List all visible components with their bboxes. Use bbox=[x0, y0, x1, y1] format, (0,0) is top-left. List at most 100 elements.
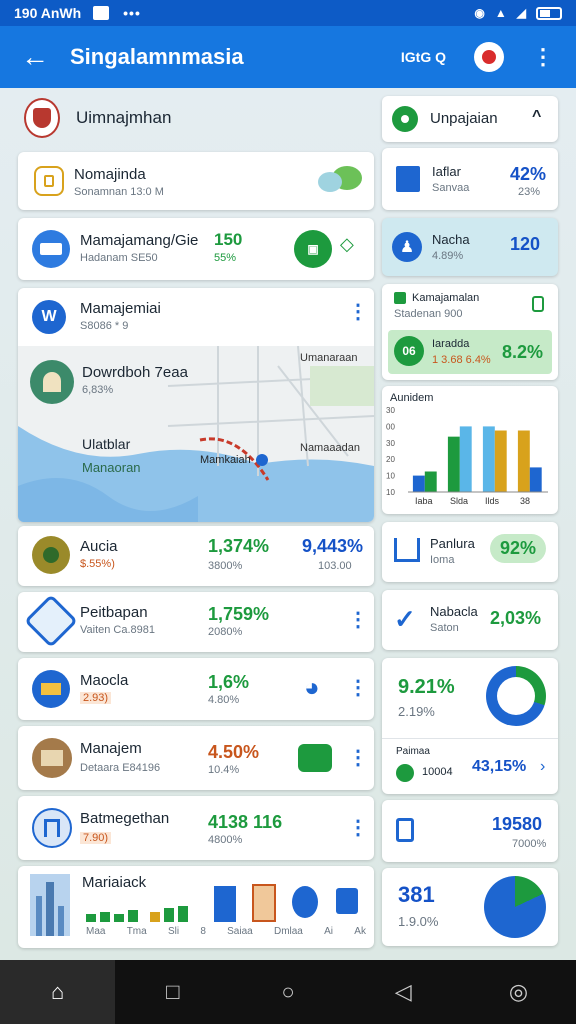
bar-chart: 30 00 30 20 10 10 Iaba Slda Ilds 38 bbox=[386, 406, 548, 506]
card-sub: Hadanam SE50 bbox=[80, 252, 158, 264]
bar-icon bbox=[214, 886, 236, 922]
leaf-small-icon bbox=[394, 292, 406, 304]
right-card-10[interactable]: 381 1.9.0% bbox=[382, 868, 558, 946]
search-button[interactable]: IGtG Q bbox=[401, 49, 446, 65]
row-label: Manajem bbox=[80, 740, 142, 757]
card-label: Iaradda bbox=[432, 338, 470, 350]
row-sub: 2.93) bbox=[80, 692, 112, 704]
recents-square-icon[interactable]: □ bbox=[115, 960, 230, 1024]
left-row-3[interactable]: Maocla 2.93) 1,6% 4.80% ◕ ⋮ bbox=[18, 658, 374, 720]
left-row-2[interactable]: Peitbapan Vaiten Ca.8981 1,759% 2080% ⋮ bbox=[18, 592, 374, 652]
row-value-2-sub: 103.00 bbox=[318, 560, 352, 572]
left-map-card[interactable]: W Mamajemiai S8086 * 9 ⋮ Dowrdboh 7eaa 6… bbox=[18, 288, 374, 522]
circle-home-icon[interactable]: ○ bbox=[230, 960, 345, 1024]
row-label: Batmegethan bbox=[80, 810, 170, 827]
card-value-sub: 23% bbox=[518, 186, 541, 198]
row-value-sub: 3800% bbox=[208, 560, 243, 572]
assistant-icon[interactable]: ◎ bbox=[461, 960, 576, 1024]
row-menu-icon[interactable]: ⋮ bbox=[348, 678, 368, 698]
row-value: 4.50% bbox=[208, 742, 260, 762]
tick: Maa bbox=[86, 926, 106, 937]
row-menu-icon[interactable]: ⋮ bbox=[348, 748, 368, 768]
chart-bar bbox=[447, 436, 460, 492]
calendar-icon bbox=[336, 888, 358, 914]
map-place-title: Dowrdboh 7eaa bbox=[82, 364, 188, 381]
battery-icon bbox=[536, 6, 562, 20]
card-label: Mamajamang/Gie bbox=[80, 232, 199, 249]
chart-bar bbox=[529, 467, 542, 492]
card-sub: 1.9.0% bbox=[398, 914, 439, 929]
status-bar: 190 AnWh ••• ◉ ▲ ◢ bbox=[0, 0, 576, 26]
row-value: 4138 116 bbox=[208, 812, 283, 832]
row-label: Aucia bbox=[80, 538, 118, 555]
y-tick-label: 20 bbox=[386, 455, 395, 464]
back-triangle-icon[interactable]: ◁ bbox=[346, 960, 461, 1024]
overflow-menu-icon[interactable]: ⋮ bbox=[532, 44, 554, 70]
row-menu-icon[interactable]: ⋮ bbox=[348, 610, 368, 630]
left-card-1[interactable]: Nomajinda Sonamnan 13:0 M bbox=[18, 152, 374, 210]
card-sub: Ioma bbox=[430, 554, 455, 566]
x-tick-label: Slda bbox=[450, 496, 468, 506]
card-sub: 10004 bbox=[422, 766, 453, 778]
location-pin-icon[interactable] bbox=[474, 42, 504, 72]
tick: Saiaa bbox=[227, 926, 253, 937]
card-label: Paimaa bbox=[396, 746, 430, 757]
card-sub: Sanvaa bbox=[432, 182, 470, 194]
chevron-icon[interactable]: ◇ bbox=[340, 234, 354, 255]
right-chart-card[interactable]: Aunidem 30 00 30 20 10 10 Iaba Slda Ilds 38 bbox=[382, 386, 558, 514]
left-row-1[interactable]: Aucia $.55%) 1,374% 3800% 9,443% 103.00 bbox=[18, 526, 374, 586]
tick: Tma bbox=[126, 926, 147, 937]
pie-chart bbox=[484, 876, 546, 938]
chevron-up-icon[interactable]: ^ bbox=[532, 108, 541, 126]
mini-bars bbox=[86, 906, 198, 922]
right-card-6[interactable]: ✓ Nabacla Saton 2,03% bbox=[382, 590, 558, 650]
card-menu-icon[interactable]: ⋮ bbox=[348, 302, 368, 322]
check-icon: ✓ bbox=[394, 604, 416, 634]
badge-icon: ▣ bbox=[294, 230, 332, 268]
left-card-2[interactable]: Mamajamang/Gie Hadanam SE50 150 55% ▣ ◇ bbox=[18, 218, 374, 280]
signal-icon: ▲ bbox=[494, 6, 507, 20]
system-nav-bar: ⌂ □ ○ ◁ ◎ bbox=[0, 960, 576, 1024]
map-label-d: Namaaadan bbox=[300, 442, 360, 454]
row-value-sub: 2080% bbox=[208, 626, 243, 638]
chat-bubble-icon bbox=[318, 166, 362, 196]
card-value: 43,15% bbox=[472, 758, 527, 775]
right-card-2[interactable]: ♟ Nacha 4.89% 120 bbox=[382, 218, 558, 276]
bus-icon bbox=[32, 230, 70, 268]
chevron-right-icon[interactable]: › bbox=[540, 758, 545, 776]
status-dots: ••• bbox=[123, 5, 141, 21]
right-card-3[interactable]: Kamajamalan Stadenan 900 06 Iaradda 1 3.… bbox=[382, 284, 558, 380]
card-label: Kamajamalan bbox=[412, 292, 480, 304]
skyline-icon bbox=[30, 874, 70, 936]
card-sub: 7000% bbox=[512, 838, 547, 850]
card-sub: 1 3.68 6.4% bbox=[432, 354, 491, 366]
card-label: Nabacla bbox=[430, 604, 478, 619]
status-time: 190 AnWh bbox=[14, 5, 82, 21]
home-icon[interactable]: ⌂ bbox=[0, 960, 116, 1024]
back-arrow-icon[interactable]: ← bbox=[0, 41, 70, 73]
right-card-7[interactable]: 9.21% 2.19% Paimaa 10004 43,15% › bbox=[382, 658, 558, 794]
left-row-6[interactable]: Mariaiack Maa Tma Sli 8 Saiaa Dmlaa Ai A… bbox=[18, 866, 374, 948]
status-right: ◉ ▲ ◢ bbox=[474, 6, 562, 20]
right-card-9[interactable]: 19580 7000% bbox=[382, 800, 558, 862]
y-tick-label: 30 bbox=[386, 439, 395, 448]
chart-bar bbox=[517, 430, 530, 492]
tick: Ak bbox=[354, 926, 366, 937]
tick: Sli bbox=[167, 926, 180, 937]
map-place-sub: 6,83% bbox=[82, 384, 114, 396]
row-menu-icon[interactable]: ⋮ bbox=[348, 818, 368, 838]
right-card-4[interactable]: 06 Iaradda 1 3.68 6.4% 8.2% bbox=[388, 330, 552, 374]
left-row-5[interactable]: Batmegethan 7.90) 4138 116 4800% ⋮ bbox=[18, 796, 374, 860]
card-value: 381 bbox=[398, 882, 435, 907]
factory-icon bbox=[32, 670, 70, 708]
right-header[interactable]: Unpajaian ^ bbox=[382, 96, 558, 142]
right-card-1[interactable]: Iaflar Sanvaa 42% 23% bbox=[382, 148, 558, 210]
left-header-title: Uimnajmhan bbox=[76, 108, 172, 127]
right-card-5[interactable]: Panlura Ioma 92% bbox=[382, 522, 558, 582]
y-tick-label: 00 bbox=[386, 422, 395, 431]
battery-doc-icon bbox=[396, 818, 414, 842]
app-title: Singalamnmasia bbox=[70, 44, 244, 69]
info-dot-icon bbox=[396, 764, 414, 782]
left-row-4[interactable]: Manajem Detaara E84196 4.50% 10.4% ⋮ bbox=[18, 726, 374, 790]
card-label: Nacha bbox=[432, 232, 470, 247]
